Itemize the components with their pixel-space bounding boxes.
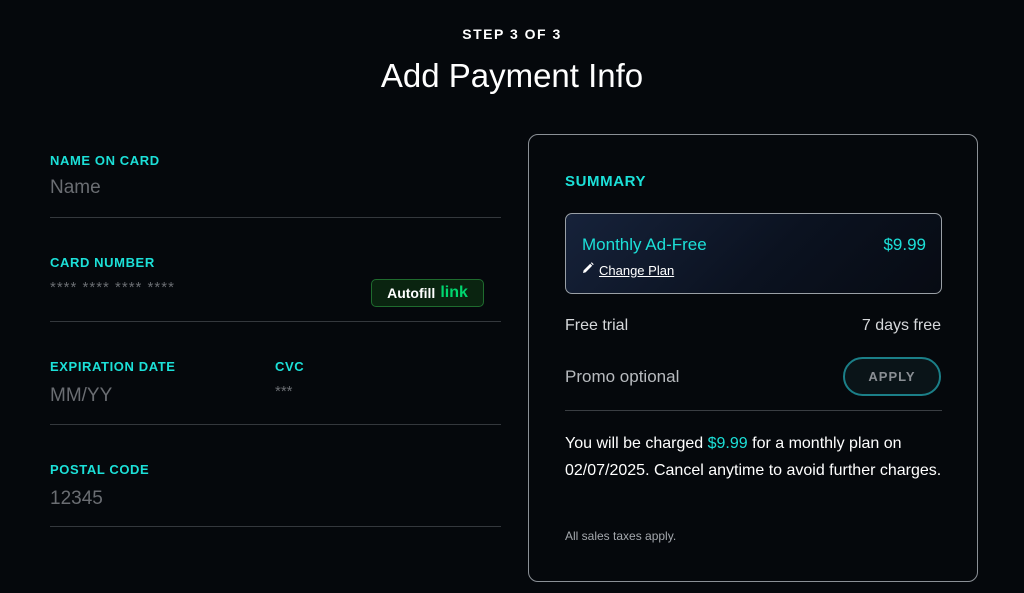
summary-title: SUMMARY xyxy=(565,173,647,190)
free-trial-label: Free trial xyxy=(565,317,629,334)
expiration-input[interactable] xyxy=(50,385,230,407)
card-number-input[interactable] xyxy=(50,279,350,296)
name-on-card-input[interactable] xyxy=(50,177,350,199)
change-plan-link[interactable]: Change Plan xyxy=(582,261,674,279)
autofill-link-button[interactable]: Autofill link xyxy=(371,279,484,307)
plan-name: Monthly Ad-Free xyxy=(582,235,707,254)
taxes-note: All sales taxes apply. xyxy=(565,529,677,543)
name-on-card-field: NAME ON CARD xyxy=(50,153,350,199)
charge-prefix: You will be charged xyxy=(565,435,708,452)
autofill-text: Autofill xyxy=(387,285,436,301)
divider xyxy=(50,526,501,527)
plan-box: Monthly Ad-Free $9.99 Change Plan xyxy=(565,213,942,294)
promo-input[interactable] xyxy=(565,367,805,387)
divider xyxy=(565,410,942,411)
change-plan-label: Change Plan xyxy=(599,262,675,278)
free-trial-value: 7 days free xyxy=(861,317,941,334)
plan-price: $9.99 xyxy=(883,235,926,254)
expiration-field: EXPIRATION DATE xyxy=(50,359,230,407)
apply-button[interactable]: APPLY xyxy=(843,357,941,396)
charge-notice: You will be charged $9.99 for a monthly … xyxy=(565,430,950,484)
step-indicator: STEP 3 OF 3 xyxy=(462,26,562,42)
card-number-field: CARD NUMBER xyxy=(50,255,350,296)
postal-code-label: POSTAL CODE xyxy=(50,462,150,477)
pencil-icon xyxy=(582,261,594,279)
divider xyxy=(50,321,501,322)
postal-code-field: POSTAL CODE xyxy=(50,462,350,510)
name-on-card-label: NAME ON CARD xyxy=(50,153,160,168)
cvc-input[interactable] xyxy=(275,383,455,400)
summary-card: SUMMARY Monthly Ad-Free $9.99 Change Pla… xyxy=(528,134,978,582)
payment-page: STEP 3 OF 3 Add Payment Info NAME ON CAR… xyxy=(0,0,1024,593)
expiration-label: EXPIRATION DATE xyxy=(50,359,176,374)
page-title: Add Payment Info xyxy=(380,57,644,94)
link-logo: link xyxy=(440,284,468,301)
divider xyxy=(50,217,501,218)
postal-code-input[interactable] xyxy=(50,488,350,510)
divider xyxy=(50,424,501,425)
card-number-label: CARD NUMBER xyxy=(50,255,155,270)
cvc-field: CVC xyxy=(275,359,455,400)
cvc-label: CVC xyxy=(275,359,305,374)
charge-price: $9.99 xyxy=(707,435,748,452)
